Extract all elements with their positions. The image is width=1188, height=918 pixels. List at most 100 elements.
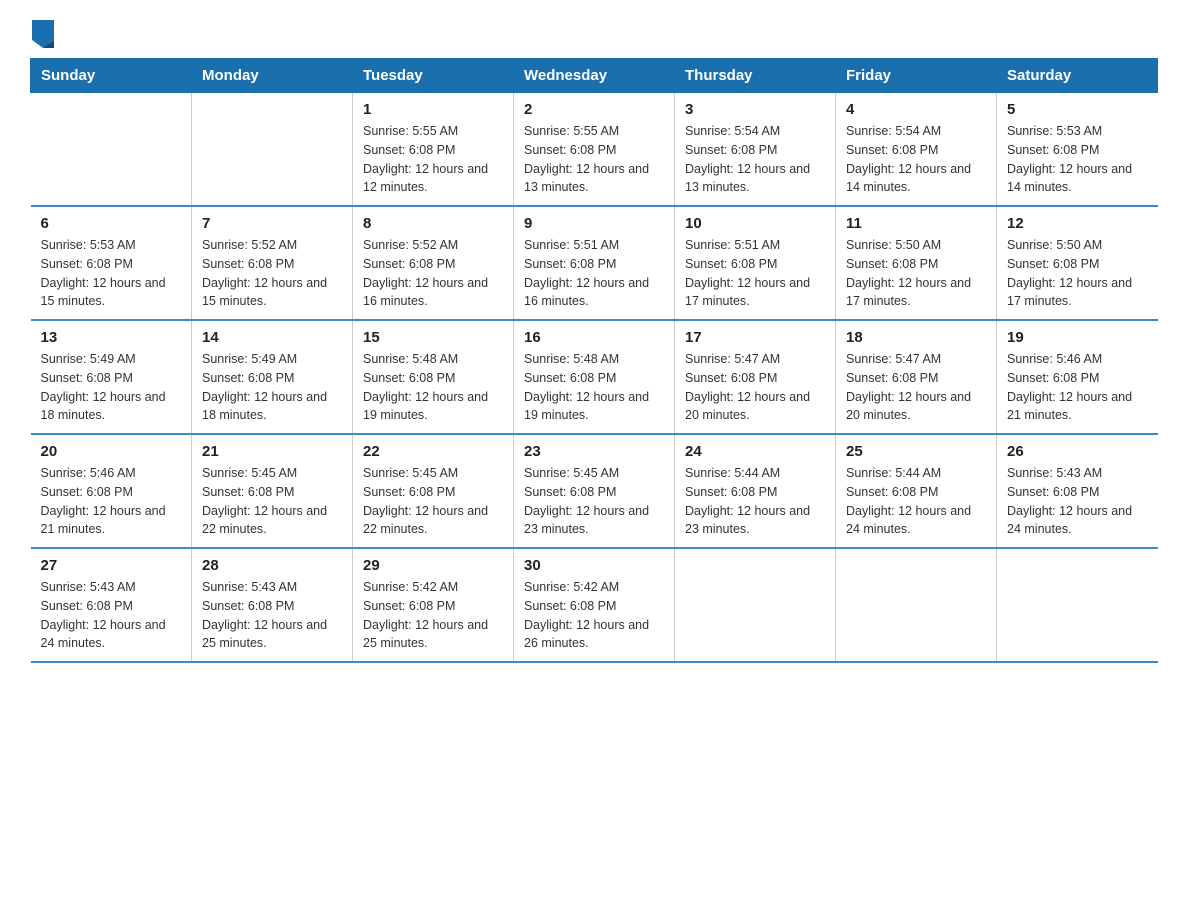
day-info: Sunrise: 5:48 AMSunset: 6:08 PMDaylight:… (363, 350, 503, 425)
day-number: 19 (1007, 329, 1148, 346)
calendar-day-cell (997, 548, 1158, 662)
calendar-day-cell: 3 Sunrise: 5:54 AMSunset: 6:08 PMDaylight… (675, 93, 836, 207)
day-of-week-header: Saturday (997, 59, 1158, 93)
day-number: 9 (524, 215, 664, 232)
day-number: 8 (363, 215, 503, 232)
calendar-day-cell: 15 Sunrise: 5:48 AMSunset: 6:08 PMDayligh… (353, 320, 514, 434)
day-number: 7 (202, 215, 342, 232)
day-of-week-header: Sunday (31, 59, 192, 93)
day-info: Sunrise: 5:47 AMSunset: 6:08 PMDaylight:… (685, 350, 825, 425)
calendar-day-cell (192, 93, 353, 207)
day-info: Sunrise: 5:46 AMSunset: 6:08 PMDaylight:… (1007, 350, 1148, 425)
day-number: 24 (685, 443, 825, 460)
day-number: 26 (1007, 443, 1148, 460)
day-number: 27 (41, 557, 182, 574)
calendar-day-cell: 30 Sunrise: 5:42 AMSunset: 6:08 PMDayligh… (514, 548, 675, 662)
calendar-day-cell: 20 Sunrise: 5:46 AMSunset: 6:08 PMDayligh… (31, 434, 192, 548)
day-number: 14 (202, 329, 342, 346)
day-info: Sunrise: 5:54 AMSunset: 6:08 PMDaylight:… (685, 122, 825, 197)
calendar-day-cell: 26 Sunrise: 5:43 AMSunset: 6:08 PMDayligh… (997, 434, 1158, 548)
day-info: Sunrise: 5:42 AMSunset: 6:08 PMDaylight:… (524, 578, 664, 653)
calendar-week-row: 20 Sunrise: 5:46 AMSunset: 6:08 PMDayligh… (31, 434, 1158, 548)
calendar-day-cell: 9 Sunrise: 5:51 AMSunset: 6:08 PMDaylight… (514, 206, 675, 320)
calendar-day-cell: 17 Sunrise: 5:47 AMSunset: 6:08 PMDayligh… (675, 320, 836, 434)
day-info: Sunrise: 5:45 AMSunset: 6:08 PMDaylight:… (202, 464, 342, 539)
calendar-week-row: 6 Sunrise: 5:53 AMSunset: 6:08 PMDaylight… (31, 206, 1158, 320)
day-number: 17 (685, 329, 825, 346)
day-info: Sunrise: 5:47 AMSunset: 6:08 PMDaylight:… (846, 350, 986, 425)
calendar-day-cell: 25Sunrise: 5:44 AMSunset: 6:08 PMDayligh… (836, 434, 997, 548)
day-number: 6 (41, 215, 182, 232)
day-info: Sunrise: 5:55 AMSunset: 6:08 PMDaylight:… (363, 122, 503, 197)
calendar-day-cell: 1 Sunrise: 5:55 AMSunset: 6:08 PMDaylight… (353, 93, 514, 207)
day-info: Sunrise: 5:43 AMSunset: 6:08 PMDaylight:… (202, 578, 342, 653)
day-number: 11 (846, 215, 986, 232)
day-number: 5 (1007, 101, 1148, 118)
calendar-day-cell: 18 Sunrise: 5:47 AMSunset: 6:08 PMDayligh… (836, 320, 997, 434)
calendar-day-cell: 22Sunrise: 5:45 AMSunset: 6:08 PMDayligh… (353, 434, 514, 548)
calendar-day-cell: 23Sunrise: 5:45 AMSunset: 6:08 PMDayligh… (514, 434, 675, 548)
day-number: 16 (524, 329, 664, 346)
day-info: Sunrise: 5:50 AMSunset: 6:08 PMDaylight:… (1007, 236, 1148, 311)
day-info: Sunrise: 5:46 AMSunset: 6:08 PMDaylight:… (41, 464, 182, 539)
logo (30, 20, 56, 48)
day-number: 18 (846, 329, 986, 346)
calendar-body: 1 Sunrise: 5:55 AMSunset: 6:08 PMDaylight… (31, 93, 1158, 663)
day-info: Sunrise: 5:54 AMSunset: 6:08 PMDaylight:… (846, 122, 986, 197)
calendar-day-cell: 12 Sunrise: 5:50 AMSunset: 6:08 PMDayligh… (997, 206, 1158, 320)
day-number: 12 (1007, 215, 1148, 232)
day-info: Sunrise: 5:49 AMSunset: 6:08 PMDaylight:… (202, 350, 342, 425)
day-info: Sunrise: 5:53 AMSunset: 6:08 PMDaylight:… (1007, 122, 1148, 197)
calendar-week-row: 27 Sunrise: 5:43 AMSunset: 6:08 PMDayligh… (31, 548, 1158, 662)
days-of-week-row: SundayMondayTuesdayWednesdayThursdayFrid… (31, 59, 1158, 93)
day-info: Sunrise: 5:42 AMSunset: 6:08 PMDaylight:… (363, 578, 503, 653)
page-header (30, 20, 1158, 48)
calendar-day-cell: 7 Sunrise: 5:52 AMSunset: 6:08 PMDaylight… (192, 206, 353, 320)
calendar-day-cell: 14 Sunrise: 5:49 AMSunset: 6:08 PMDayligh… (192, 320, 353, 434)
day-info: Sunrise: 5:55 AMSunset: 6:08 PMDaylight:… (524, 122, 664, 197)
calendar-day-cell: 2 Sunrise: 5:55 AMSunset: 6:08 PMDaylight… (514, 93, 675, 207)
calendar-day-cell: 28Sunrise: 5:43 AMSunset: 6:08 PMDayligh… (192, 548, 353, 662)
calendar-day-cell: 24 Sunrise: 5:44 AMSunset: 6:08 PMDayligh… (675, 434, 836, 548)
calendar-day-cell: 8 Sunrise: 5:52 AMSunset: 6:08 PMDaylight… (353, 206, 514, 320)
calendar-day-cell: 16 Sunrise: 5:48 AMSunset: 6:08 PMDayligh… (514, 320, 675, 434)
calendar-day-cell (675, 548, 836, 662)
calendar-day-cell (31, 93, 192, 207)
calendar-header: SundayMondayTuesdayWednesdayThursdayFrid… (31, 59, 1158, 93)
calendar-day-cell: 11 Sunrise: 5:50 AMSunset: 6:08 PMDayligh… (836, 206, 997, 320)
day-info: Sunrise: 5:43 AMSunset: 6:08 PMDaylight:… (1007, 464, 1148, 539)
day-info: Sunrise: 5:52 AMSunset: 6:08 PMDaylight:… (202, 236, 342, 311)
day-number: 21 (202, 443, 342, 460)
day-of-week-header: Thursday (675, 59, 836, 93)
day-number: 1 (363, 101, 503, 118)
calendar-day-cell: 4 Sunrise: 5:54 AMSunset: 6:08 PMDaylight… (836, 93, 997, 207)
calendar-day-cell: 6 Sunrise: 5:53 AMSunset: 6:08 PMDaylight… (31, 206, 192, 320)
day-number: 15 (363, 329, 503, 346)
day-info: Sunrise: 5:51 AMSunset: 6:08 PMDaylight:… (685, 236, 825, 311)
logo-icon (32, 20, 54, 48)
day-number: 29 (363, 557, 503, 574)
day-number: 30 (524, 557, 664, 574)
day-info: Sunrise: 5:45 AMSunset: 6:08 PMDaylight:… (363, 464, 503, 539)
day-info: Sunrise: 5:53 AMSunset: 6:08 PMDaylight:… (41, 236, 182, 311)
calendar-week-row: 1 Sunrise: 5:55 AMSunset: 6:08 PMDaylight… (31, 93, 1158, 207)
day-number: 20 (41, 443, 182, 460)
calendar-day-cell: 27 Sunrise: 5:43 AMSunset: 6:08 PMDayligh… (31, 548, 192, 662)
day-number: 3 (685, 101, 825, 118)
day-info: Sunrise: 5:48 AMSunset: 6:08 PMDaylight:… (524, 350, 664, 425)
calendar-table: SundayMondayTuesdayWednesdayThursdayFrid… (30, 58, 1158, 663)
day-number: 2 (524, 101, 664, 118)
day-info: Sunrise: 5:52 AMSunset: 6:08 PMDaylight:… (363, 236, 503, 311)
day-info: Sunrise: 5:44 AMSunset: 6:08 PMDaylight:… (685, 464, 825, 539)
day-number: 23 (524, 443, 664, 460)
day-number: 4 (846, 101, 986, 118)
calendar-day-cell: 19 Sunrise: 5:46 AMSunset: 6:08 PMDayligh… (997, 320, 1158, 434)
day-of-week-header: Friday (836, 59, 997, 93)
day-info: Sunrise: 5:43 AMSunset: 6:08 PMDaylight:… (41, 578, 182, 653)
calendar-week-row: 13 Sunrise: 5:49 AMSunset: 6:08 PMDayligh… (31, 320, 1158, 434)
day-info: Sunrise: 5:50 AMSunset: 6:08 PMDaylight:… (846, 236, 986, 311)
day-number: 13 (41, 329, 182, 346)
day-info: Sunrise: 5:51 AMSunset: 6:08 PMDaylight:… (524, 236, 664, 311)
day-info: Sunrise: 5:44 AMSunset: 6:08 PMDaylight:… (846, 464, 986, 539)
day-number: 10 (685, 215, 825, 232)
